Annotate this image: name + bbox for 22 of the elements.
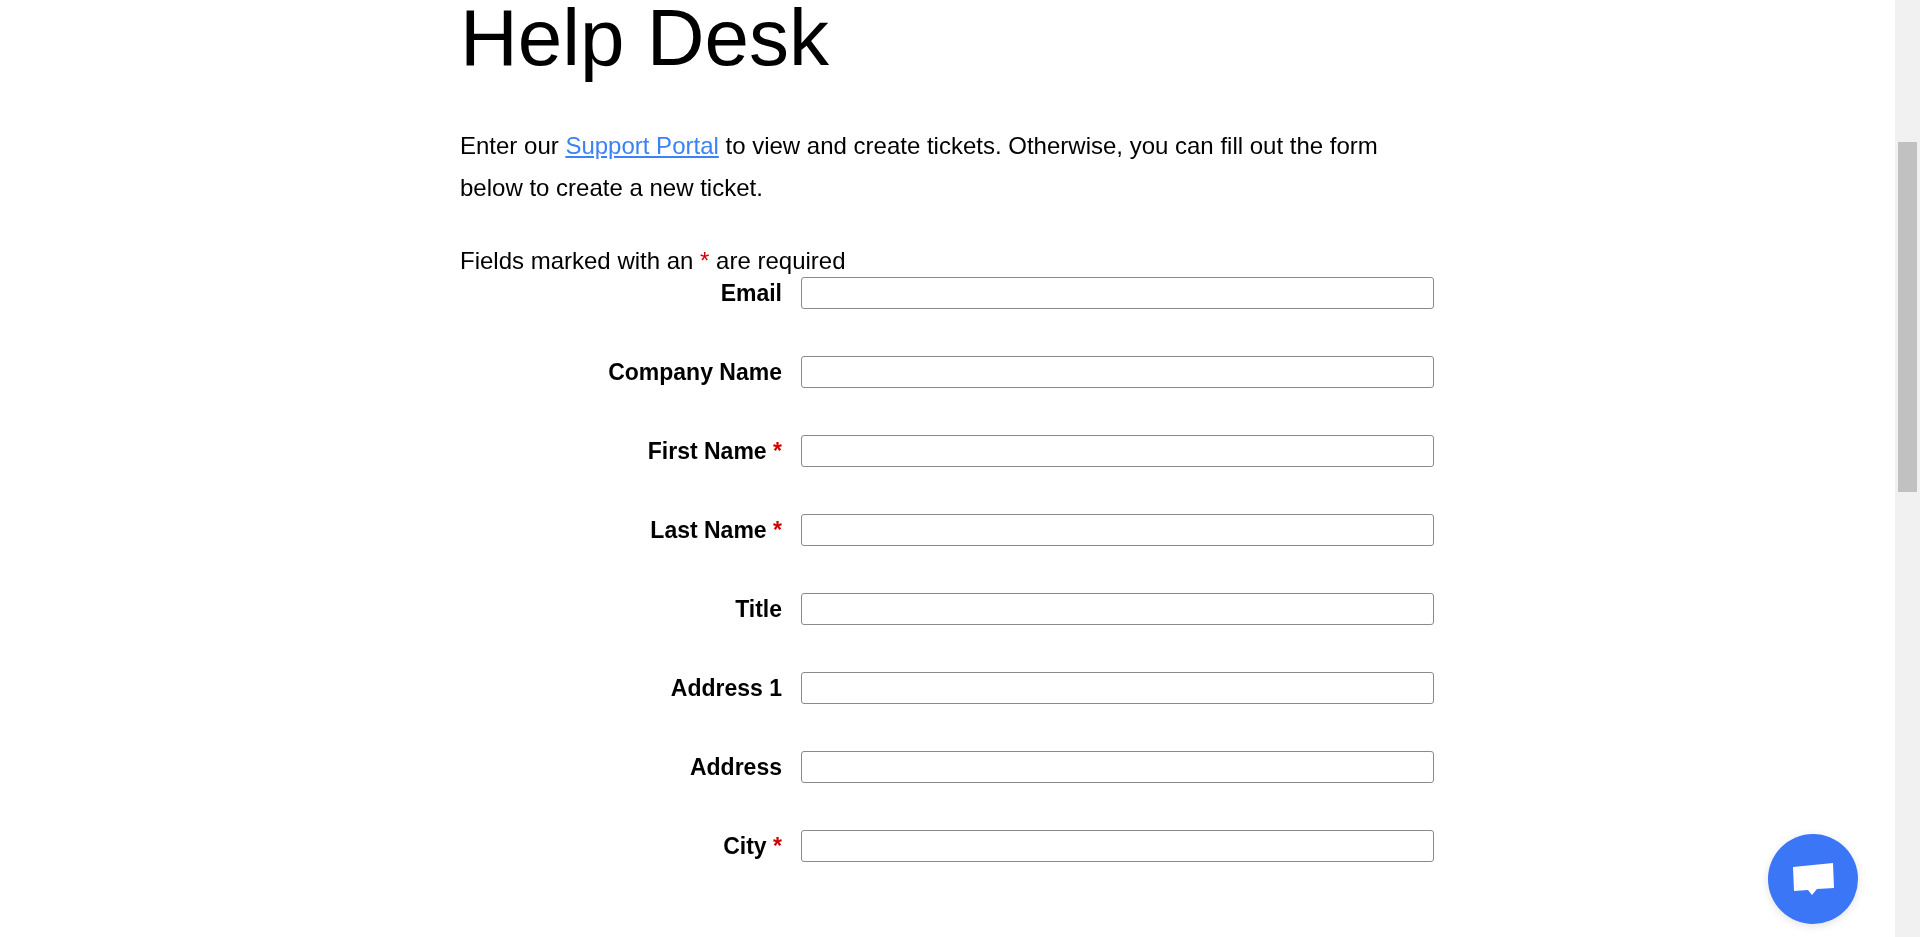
required-note: Fields marked with an * are required bbox=[460, 246, 847, 276]
input-field[interactable] bbox=[801, 277, 1434, 309]
support-portal-link[interactable]: Support Portal bbox=[565, 132, 719, 159]
input-field[interactable] bbox=[801, 751, 1434, 783]
intro-text: Enter our Support Portal to view and create tickets. Otherwise, you can fill out the form below to create a new ticket. bbox=[460, 131, 1379, 203]
field-label: City * bbox=[722, 832, 782, 860]
input-field[interactable] bbox=[801, 830, 1434, 862]
scrollbar[interactable] bbox=[1895, 0, 1920, 937]
input-field[interactable] bbox=[801, 672, 1434, 704]
page-title: Help Desk bbox=[460, 0, 831, 80]
field-label: Company Name bbox=[607, 358, 782, 386]
input-field[interactable] bbox=[801, 593, 1434, 625]
field-label: Last Name * bbox=[649, 516, 782, 544]
input-field[interactable] bbox=[801, 356, 1434, 388]
field-label: Address 1 bbox=[669, 674, 782, 702]
chat-icon bbox=[1791, 861, 1835, 897]
input-field[interactable] bbox=[801, 514, 1434, 546]
input-field[interactable] bbox=[801, 435, 1434, 467]
field-label: Email bbox=[719, 279, 782, 307]
field-label: First Name * bbox=[646, 437, 782, 465]
field-label: Title bbox=[734, 595, 782, 623]
field-label: Address bbox=[688, 753, 782, 781]
